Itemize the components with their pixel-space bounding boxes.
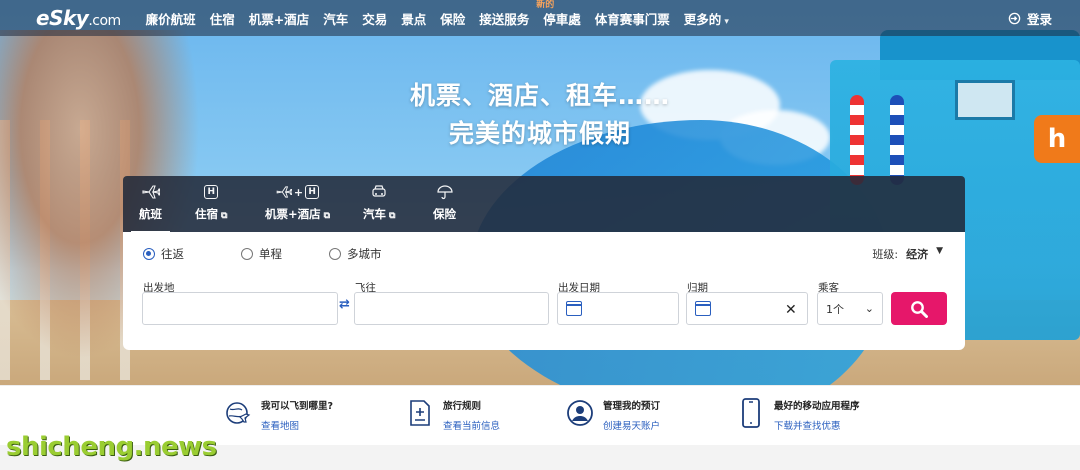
tab-hotels[interactable]: H 住宿 ⧉ [195, 182, 227, 222]
close-icon[interactable]: ✕ [785, 302, 797, 318]
tab-flights-label: 航班 [139, 207, 162, 221]
passengers-select[interactable]: 1个 ⌄ [817, 292, 883, 325]
flight-search-form: 往返 单程 多城市 班级: 经济 ▼ 出发地 ⇄ 飞往 出发日期 归期 ✕ 乘客… [123, 232, 965, 350]
trip-type-multicity-label: 多城市 [347, 247, 382, 261]
cabin-class-select[interactable]: 班级: 经济 ▼ [872, 246, 943, 262]
esky-logo[interactable]: eSky.com [36, 6, 121, 30]
tab-insurance-label: 保险 [433, 207, 456, 221]
new-badge: 新的 [536, 0, 555, 10]
tab-insurance[interactable]: 保险 [433, 182, 456, 222]
logo-suffix: .com [88, 13, 121, 29]
nav-parking-label: 停車處 [543, 11, 581, 27]
info-title: 最好的移动应用程序 [774, 401, 860, 412]
surfboard [890, 95, 904, 185]
info-where-to-fly[interactable]: 我可以飞到哪里? 查看地图 [223, 398, 333, 432]
calendar-icon [566, 301, 582, 316]
nav-cheap-flights[interactable]: 廉价航班 [139, 9, 203, 28]
login-icon [1008, 12, 1021, 25]
globe-plane-icon [223, 398, 253, 428]
nav-more[interactable]: 更多的 ▾ [677, 9, 736, 28]
search-button[interactable] [891, 292, 947, 325]
external-link-icon: ⧉ [323, 211, 331, 221]
info-title: 管理我的预订 [603, 401, 661, 412]
product-tabs: 航班 H 住宿 ⧉ + H 机票+酒店 ⧉ 汽车 ⧉ 保险 [123, 176, 965, 234]
caret-down-icon: ▼ [936, 246, 943, 256]
nav-sport-tickets[interactable]: 体育赛事门票 [588, 9, 677, 28]
mobile-phone-icon [736, 398, 766, 428]
tab-cars-label: 汽车 [363, 207, 386, 221]
trip-type-oneway[interactable]: 单程 [241, 246, 282, 262]
nav-hotels[interactable]: 住宿 [203, 9, 242, 28]
info-travel-rules[interactable]: 旅行规则 查看当前信息 [405, 398, 500, 432]
radio-icon [143, 248, 155, 260]
nav-parking[interactable]: 新的 停車處 [536, 0, 588, 28]
calendar-icon [695, 301, 711, 316]
info-mobile-app[interactable]: 最好的移动应用程序 下载并查找优惠 [736, 398, 860, 432]
umbrella-icon [433, 182, 456, 202]
main-nav: 廉价航班 住宿 机票+酒店 汽车 交易 景点 保险 接送服务 新的 停車處 体育… [139, 0, 736, 28]
login-button[interactable]: 登录 [1008, 9, 1052, 28]
external-link-icon: ⧉ [389, 211, 396, 221]
info-title: 我可以飞到哪里? [261, 401, 334, 412]
nav-flight-hotel[interactable]: 机票+酒店 [242, 9, 316, 28]
nav-insurance[interactable]: 保险 [433, 9, 472, 28]
hero-headline: 机票、酒店、租车…… 完美的城市假期 [340, 76, 740, 150]
car-icon [363, 182, 395, 202]
brand-badge[interactable]: h [1034, 115, 1080, 163]
tab-hotels-label: 住宿 [195, 207, 218, 221]
chevron-down-icon: ⌄ [864, 302, 874, 315]
tab-flights[interactable]: 航班 [131, 182, 170, 234]
info-link[interactable]: 下载并查找优惠 [774, 418, 860, 432]
cabin-value: 经济 [906, 248, 929, 261]
swap-icon[interactable]: ⇄ [339, 298, 350, 311]
info-manage-booking[interactable]: 管理我的预订 创建易天账户 [565, 398, 660, 432]
user-circle-icon [565, 398, 595, 428]
login-label: 登录 [1026, 12, 1052, 27]
to-input[interactable] [354, 292, 549, 325]
plane-hotel-icon: + H [265, 182, 330, 202]
passengers-value: 1个 [826, 302, 844, 316]
from-input[interactable] [142, 292, 338, 325]
info-title: 旅行规则 [443, 401, 482, 412]
info-link[interactable]: 查看地图 [261, 418, 333, 432]
trip-type-oneway-label: 单程 [259, 247, 282, 261]
depart-date-input[interactable] [557, 292, 679, 325]
trip-type-multicity[interactable]: 多城市 [329, 246, 382, 262]
nav-cars[interactable]: 汽车 [316, 9, 355, 28]
headline-line-1: 机票、酒店、租车…… [409, 81, 670, 110]
nav-transfers[interactable]: 接送服务 [472, 9, 536, 28]
tab-cars[interactable]: 汽车 ⧉ [363, 182, 395, 222]
trip-type-round[interactable]: 往返 [143, 246, 184, 262]
plane-icon [139, 182, 162, 202]
nav-more-label: 更多的 [683, 11, 722, 27]
tab-flight-hotel[interactable]: + H 机票+酒店 ⧉ [265, 182, 330, 222]
document-plus-icon [405, 398, 435, 428]
nav-attractions[interactable]: 景点 [394, 9, 433, 28]
watermark: shicheng.news [6, 432, 217, 462]
hotel-icon: H [195, 182, 227, 202]
radio-icon [241, 248, 253, 260]
headline-line-2: 完美的城市假期 [448, 119, 631, 148]
chevron-down-icon: ▾ [724, 16, 729, 27]
radio-icon [329, 248, 341, 260]
tab-flight-hotel-label: 机票+酒店 [265, 207, 321, 221]
trip-type-round-label: 往返 [161, 247, 184, 261]
top-navigation: eSky.com 廉价航班 住宿 机票+酒店 汽车 交易 景点 保险 接送服务 … [0, 0, 1080, 36]
external-link-icon: ⧉ [221, 211, 228, 221]
cabin-label: 班级: [872, 248, 899, 261]
info-link[interactable]: 查看当前信息 [443, 418, 500, 432]
info-link[interactable]: 创建易天账户 [603, 418, 660, 432]
logo-text: eSky [36, 6, 89, 30]
surfboard [850, 95, 864, 185]
nav-deals[interactable]: 交易 [355, 9, 394, 28]
lifeguard-hut-window [955, 80, 1015, 120]
search-icon [911, 300, 928, 318]
